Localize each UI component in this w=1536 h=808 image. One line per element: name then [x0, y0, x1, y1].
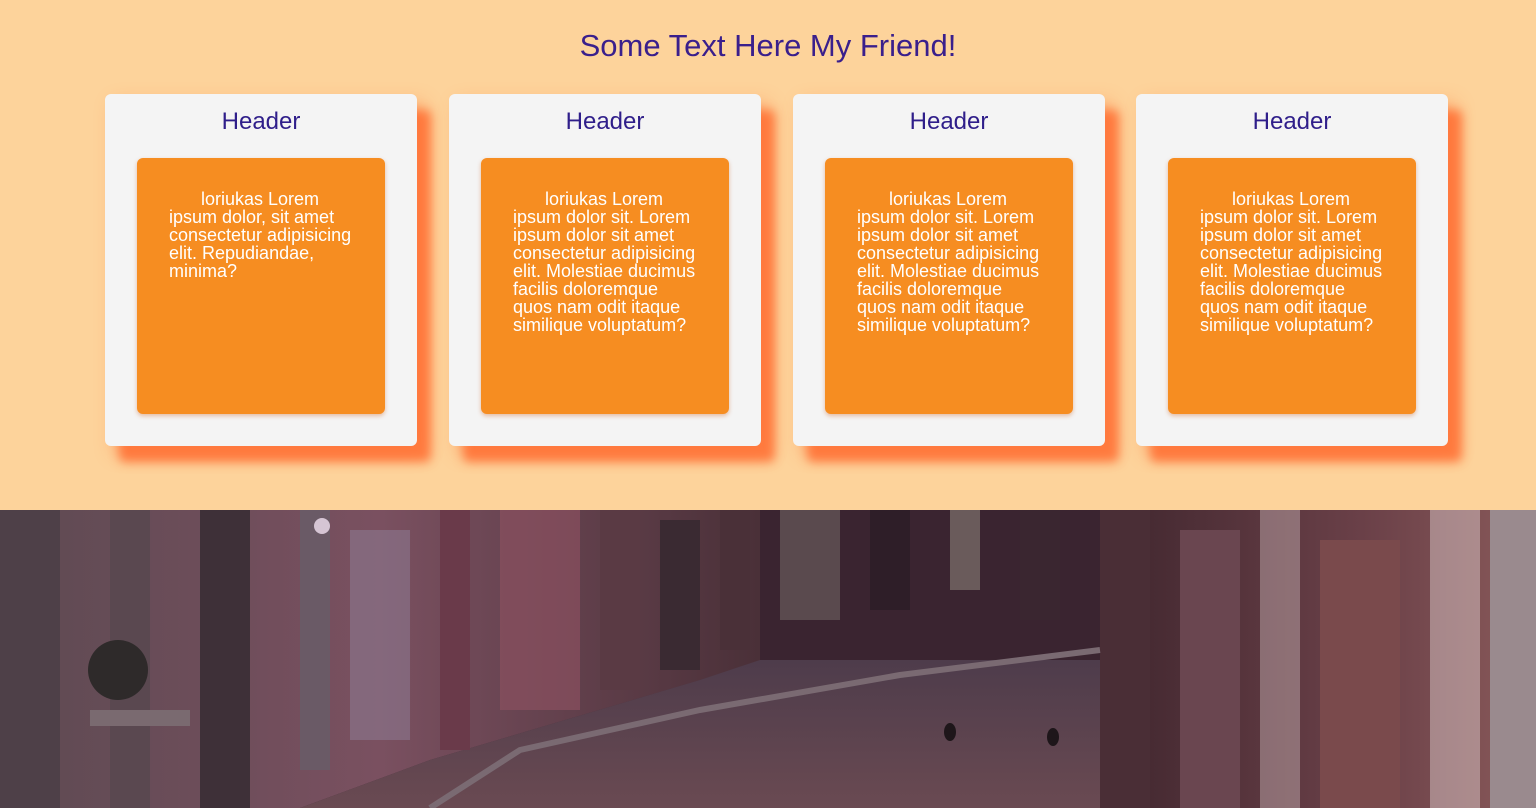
- card-body: loriukas Lorem ipsum dolor, sit amet con…: [137, 158, 385, 414]
- card-header: Header: [221, 108, 301, 135]
- card-header: Header: [565, 108, 645, 135]
- card-3: Header loriukas Lorem ipsum dolor sit. L…: [793, 94, 1105, 446]
- card-body: loriukas Lorem ipsum dolor sit. Lorem ip…: [825, 158, 1073, 414]
- card-2: Header loriukas Lorem ipsum dolor sit. L…: [449, 94, 761, 446]
- card-body: loriukas Lorem ipsum dolor sit. Lorem ip…: [1168, 158, 1416, 414]
- card-4: Header loriukas Lorem ipsum dolor sit. L…: [1136, 94, 1448, 446]
- hero-section: Some Text Here My Friend! Header loriuka…: [0, 0, 1536, 510]
- street-photo-graphic: [0, 510, 1536, 808]
- card-header: Header: [1252, 108, 1332, 135]
- page: Some Text Here My Friend! Header loriuka…: [0, 0, 1536, 808]
- card-1: Header loriukas Lorem ipsum dolor, sit a…: [105, 94, 417, 446]
- page-title: Some Text Here My Friend!: [579, 28, 957, 63]
- card-body: loriukas Lorem ipsum dolor sit. Lorem ip…: [481, 158, 729, 414]
- street-photo-image: [0, 510, 1536, 808]
- card-header: Header: [909, 108, 989, 135]
